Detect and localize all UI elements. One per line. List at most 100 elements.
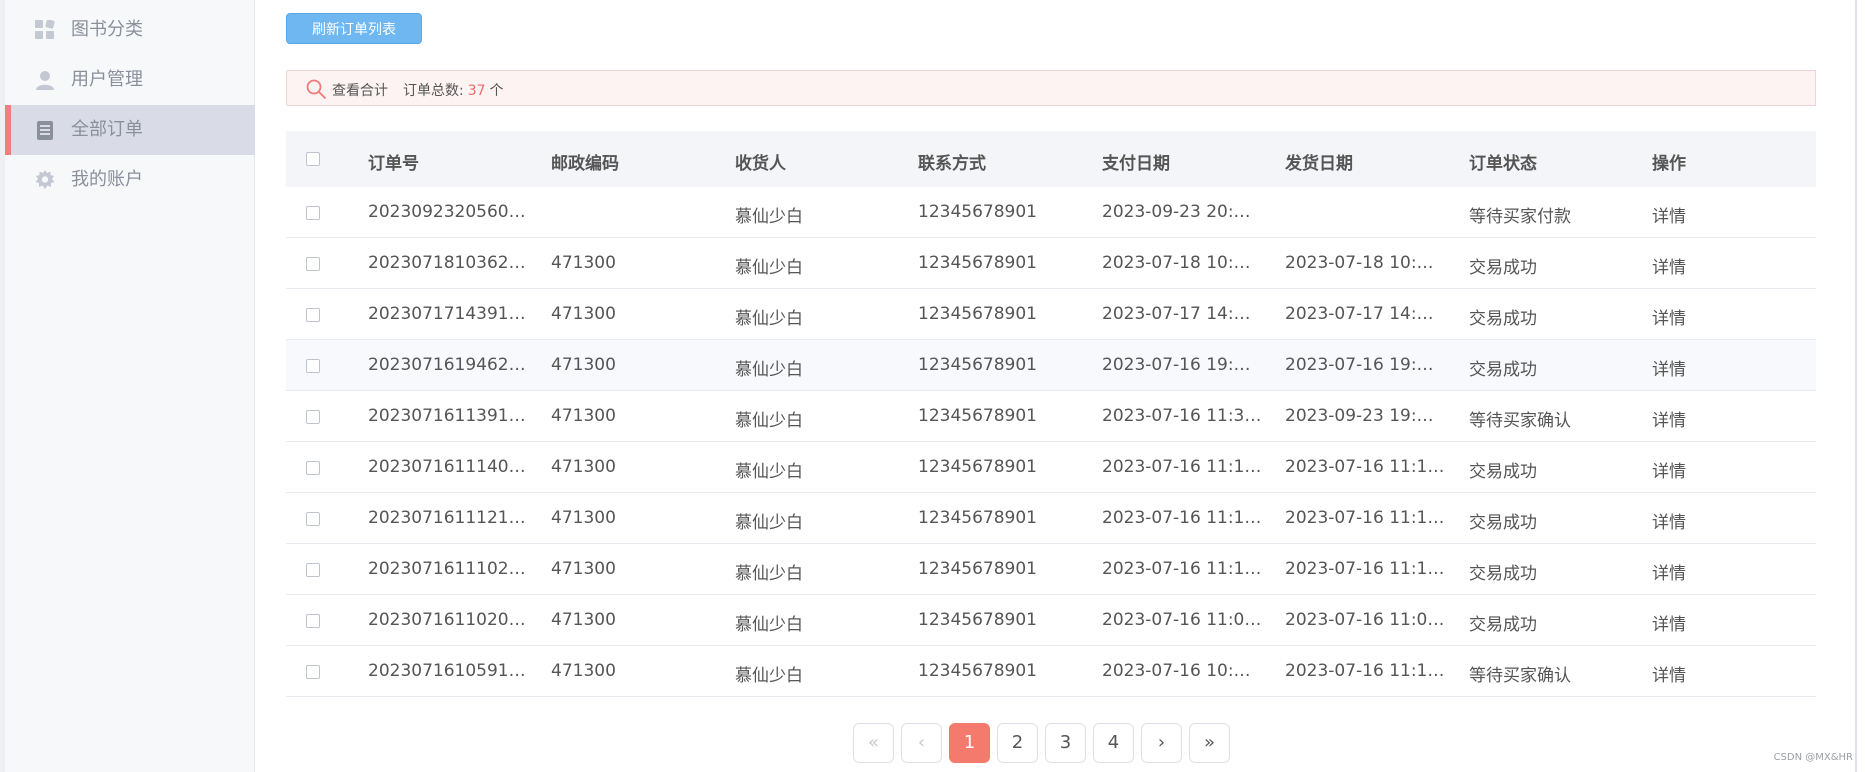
header-receiver: 收货人: [735, 154, 786, 174]
ship-date-cell: 2023-07-16 11:1…: [1285, 661, 1445, 681]
order-number-cell: 2023092320560…: [368, 202, 526, 222]
gear-icon: [35, 170, 55, 190]
table-row[interactable]: 2023092320560… 慕仙少白 12345678901 2023-09-23 …: [286, 187, 1816, 238]
pay-date-cell: 2023-07-18 10:…: [1102, 253, 1251, 273]
prev-page-button[interactable]: ‹: [901, 723, 942, 763]
order-number-cell: 2023071611020…: [368, 610, 526, 630]
details-link[interactable]: 详情: [1652, 508, 1686, 533]
header-order-number: 订单号: [368, 154, 419, 174]
row-checkbox[interactable]: [306, 563, 320, 577]
details-link[interactable]: 详情: [1652, 457, 1686, 482]
table-row[interactable]: 2023071611020… 471300 慕仙少白 12345678901 2023-…: [286, 595, 1816, 646]
table-row[interactable]: 2023071810362… 471300 慕仙少白 12345678901 2023-…: [286, 238, 1816, 289]
table-row[interactable]: 2023071611121… 471300 慕仙少白 12345678901 2023-…: [286, 493, 1816, 544]
header-order-status: 订单状态: [1469, 154, 1537, 174]
postal-code-cell: 471300: [551, 559, 616, 579]
order-count-label: 订单总数:: [403, 83, 464, 99]
table-row[interactable]: 2023071714391… 471300 慕仙少白 12345678901 2023-…: [286, 289, 1816, 340]
pay-date-cell: 2023-09-23 20:…: [1102, 202, 1251, 222]
row-checkbox[interactable]: [306, 410, 320, 424]
pay-date-cell: 2023-07-16 11:3…: [1102, 406, 1262, 426]
table-row[interactable]: 2023071610591… 471300 慕仙少白 12345678901 2023-…: [286, 646, 1816, 697]
pay-date-cell: 2023-07-16 10:…: [1102, 661, 1251, 681]
row-checkbox[interactable]: [306, 308, 320, 322]
table-body: 2023092320560… 慕仙少白 12345678901 2023-09-23 …: [286, 187, 1816, 697]
sidebar-item-all-orders[interactable]: 全部订单: [5, 105, 255, 155]
right-edge: [1855, 0, 1857, 772]
contact-cell: 12345678901: [918, 406, 1037, 426]
details-link[interactable]: 详情: [1652, 355, 1686, 380]
header-contact: 联系方式: [918, 154, 986, 174]
receiver-cell: 慕仙少白: [735, 411, 803, 431]
page-button-2[interactable]: 2: [997, 723, 1038, 763]
table-row[interactable]: 2023071619462… 471300 慕仙少白 12345678901 2023-…: [286, 340, 1816, 391]
order-summary-bar: 查看合计 订单总数: 37 个: [286, 70, 1816, 106]
header-postal-code: 邮政编码: [551, 154, 619, 174]
postal-code-cell: 471300: [551, 304, 616, 324]
postal-code-cell: 471300: [551, 508, 616, 528]
refresh-order-list-button[interactable]: 刷新订单列表: [286, 13, 422, 44]
order-number-cell: 2023071611140…: [368, 457, 526, 477]
row-checkbox[interactable]: [306, 359, 320, 373]
order-status-cell: 等待买家确认: [1469, 666, 1571, 686]
next-page-button[interactable]: ›: [1141, 723, 1182, 763]
details-link[interactable]: 详情: [1652, 253, 1686, 278]
sidebar: 图书分类 用户管理 全部订单 我的账户: [5, 0, 255, 772]
postal-code-cell: 471300: [551, 355, 616, 375]
details-link[interactable]: 详情: [1652, 559, 1686, 584]
ship-date-cell: 2023-07-16 11:0…: [1285, 610, 1445, 630]
details-link[interactable]: 详情: [1652, 202, 1686, 227]
row-checkbox[interactable]: [306, 206, 320, 220]
contact-cell: 12345678901: [918, 559, 1037, 579]
order-number-cell: 2023071714391…: [368, 304, 526, 324]
select-all-checkbox[interactable]: [306, 152, 320, 166]
last-page-button[interactable]: »: [1189, 723, 1230, 763]
row-checkbox[interactable]: [306, 257, 320, 271]
first-page-button[interactable]: «: [853, 723, 894, 763]
order-status-cell: 交易成功: [1469, 615, 1537, 635]
contact-cell: 12345678901: [918, 508, 1037, 528]
main-content: 刷新订单列表 查看合计 订单总数: 37 个 订单号 邮政编码 收货人 联系方式 支…: [286, 0, 1816, 772]
order-status-cell: 等待买家确认: [1469, 411, 1571, 431]
details-link[interactable]: 详情: [1652, 406, 1686, 431]
table-row[interactable]: 2023071611140… 471300 慕仙少白 12345678901 2023-…: [286, 442, 1816, 493]
details-link[interactable]: 详情: [1652, 610, 1686, 635]
order-count-unit: 个: [489, 83, 504, 99]
order-number-cell: 2023071611391…: [368, 406, 526, 426]
page-button-3[interactable]: 3: [1045, 723, 1086, 763]
contact-cell: 12345678901: [918, 610, 1037, 630]
active-indicator: [5, 105, 11, 155]
sidebar-item-label: 用户管理: [71, 69, 143, 90]
row-checkbox[interactable]: [306, 614, 320, 628]
postal-code-cell: 471300: [551, 661, 616, 681]
view-total-label: 查看合计: [332, 83, 388, 99]
ship-date-cell: 2023-07-17 14:…: [1285, 304, 1434, 324]
row-checkbox[interactable]: [306, 461, 320, 475]
sidebar-item-book-category[interactable]: 图书分类: [5, 5, 255, 55]
postal-code-cell: 471300: [551, 457, 616, 477]
grid-icon: [35, 19, 55, 40]
receiver-cell: 慕仙少白: [735, 360, 803, 380]
pay-date-cell: 2023-07-16 11:1…: [1102, 508, 1262, 528]
pay-date-cell: 2023-07-16 11:1…: [1102, 559, 1262, 579]
pagination: « ‹ 1 2 3 4 › »: [853, 723, 1230, 763]
clipboard-icon: [35, 120, 55, 140]
details-link[interactable]: 详情: [1652, 304, 1686, 329]
details-link[interactable]: 详情: [1652, 661, 1686, 686]
table-row[interactable]: 2023071611102… 471300 慕仙少白 12345678901 2023-…: [286, 544, 1816, 595]
sidebar-item-my-account[interactable]: 我的账户: [5, 155, 255, 205]
page-button-1[interactable]: 1: [949, 723, 990, 763]
sidebar-item-user-management[interactable]: 用户管理: [5, 55, 255, 105]
order-status-cell: 交易成功: [1469, 360, 1537, 380]
row-checkbox[interactable]: [306, 665, 320, 679]
contact-cell: 12345678901: [918, 355, 1037, 375]
header-actions: 操作: [1652, 154, 1686, 174]
receiver-cell: 慕仙少白: [735, 564, 803, 584]
contact-cell: 12345678901: [918, 304, 1037, 324]
order-status-cell: 交易成功: [1469, 309, 1537, 329]
page-button-4[interactable]: 4: [1093, 723, 1134, 763]
contact-cell: 12345678901: [918, 202, 1037, 222]
row-checkbox[interactable]: [306, 512, 320, 526]
ship-date-cell: 2023-09-23 19:…: [1285, 406, 1434, 426]
table-row[interactable]: 2023071611391… 471300 慕仙少白 12345678901 2023-…: [286, 391, 1816, 442]
